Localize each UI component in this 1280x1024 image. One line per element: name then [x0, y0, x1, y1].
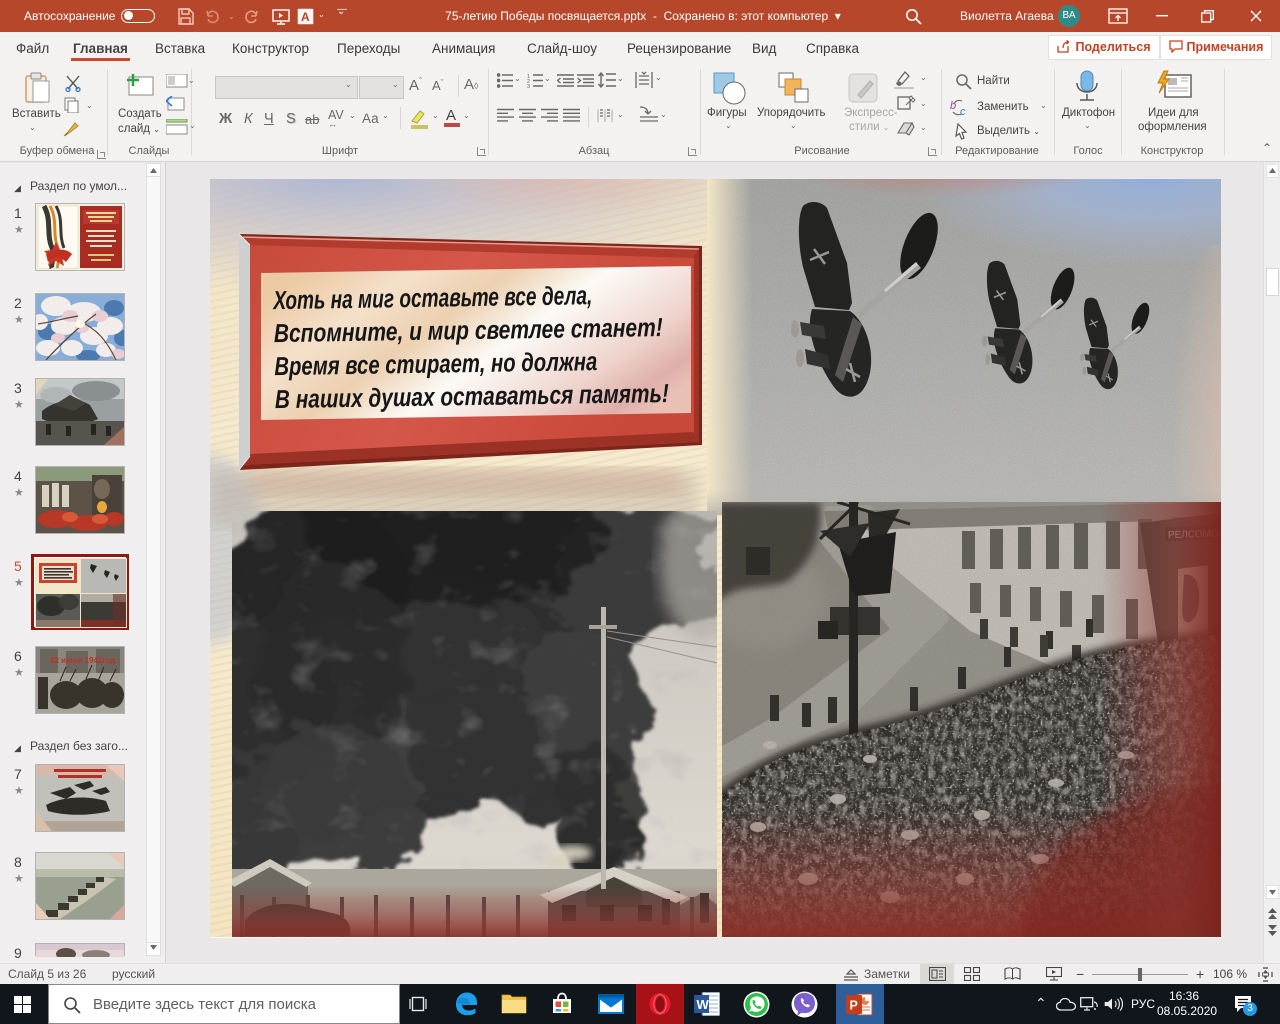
svg-text:3: 3 [527, 84, 530, 88]
svg-text:A: A [301, 10, 310, 24]
svg-text:c: c [960, 106, 966, 117]
svg-text:P: P [850, 999, 858, 1013]
svg-text:Вспомните, и мир светлее стане: Вспомните, и мир светлее станет! [274, 312, 664, 348]
svg-text:W: W [697, 997, 710, 1012]
svg-text:22 июня 1941год: 22 июня 1941год [50, 656, 115, 665]
svg-text:Хоть на миг оставьте все дела,: Хоть на миг оставьте все дела, [272, 280, 593, 315]
svg-text:В наших душах оставаться памят: В наших душах оставаться память! [275, 378, 670, 414]
svg-text:Время все стирает, но должна: Время все стирает, но должна [274, 346, 597, 381]
